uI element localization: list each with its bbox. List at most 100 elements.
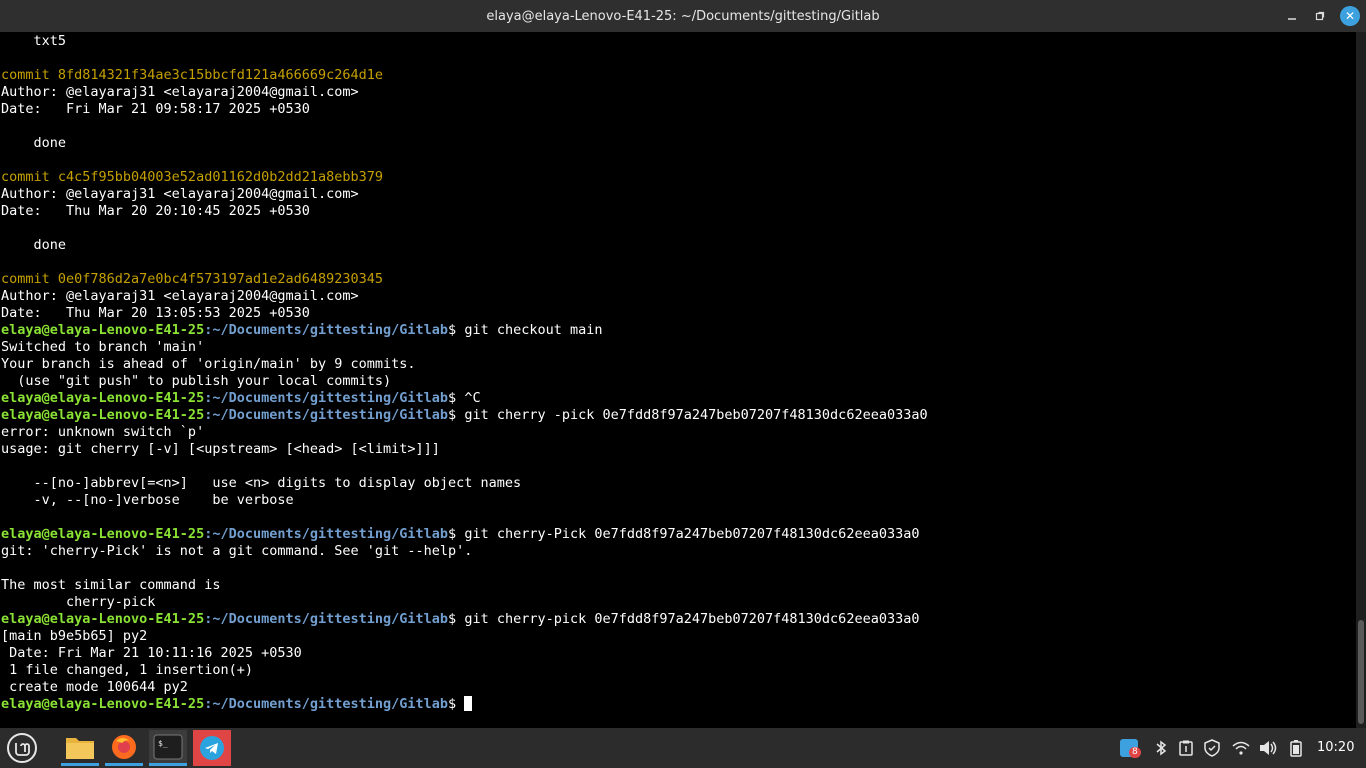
output-line: -v, --[no-]verbose be verbose [1,492,294,508]
prompt-path: :~/Documents/gittesting/Gitlab [204,322,449,338]
wifi-icon [1232,741,1250,755]
prompt-line: elaya@elaya-Lenovo-E41-25:~/Documents/gi… [1,390,928,407]
close-icon: ✕ [1344,9,1356,23]
prompt-symbol: $ [448,322,465,338]
prompt-line: elaya@elaya-Lenovo-E41-25:~/Documents/gi… [1,526,928,543]
output-line: Date: Thu Mar 20 13:05:53 2025 +0530 [1,305,310,321]
terminal-button[interactable]: $_ [149,730,187,766]
command-text: git checkout main [464,322,603,338]
terminal-icon: $_ [153,734,183,759]
network-button[interactable] [1231,738,1251,758]
prompt-symbol: $ [448,526,465,542]
svg-text:$_: $_ [158,739,168,748]
output-line: Author: @elayaraj31 <elayaraj2004@gmail.… [1,84,359,100]
taskbar: $_ 8 [0,728,1366,768]
prompt-path: :~/Documents/gittesting/Gitlab [204,390,449,406]
output-line: error: unknown switch `p' [1,424,205,440]
mint-menu-button[interactable] [3,730,41,766]
prompt-path: :~/Documents/gittesting/Gitlab [204,611,449,627]
output-line: txt5 [1,33,67,49]
prompt-path: :~/Documents/gittesting/Gitlab [204,526,449,542]
clipboard-button[interactable] [1177,738,1195,758]
firefox-button[interactable] [105,730,143,766]
window-title: elaya@elaya-Lenovo-E41-25: ~/Documents/g… [486,8,880,24]
output-line: Date: Thu Mar 20 20:10:45 2025 +0530 [1,203,310,219]
shield-icon [1204,739,1220,757]
terminal-cursor[interactable] [464,696,473,711]
output-line: (use "git push" to publish your local co… [1,373,392,389]
minimize-button[interactable] [1278,0,1306,32]
prompt-symbol: $ [448,407,465,423]
terminal-scrollbar[interactable] [1356,32,1366,728]
linux-mint-logo-icon [7,733,37,763]
prompt-user-host: elaya@elaya-Lenovo-E41-25 [1,611,205,627]
firefox-icon [112,734,136,759]
clipboard-icon [1179,740,1193,756]
output-line: usage: git cherry [-v] [<upstream> [<hea… [1,441,440,457]
close-button[interactable]: ✕ [1340,6,1360,26]
output-line: [main b9e5b65] py2 [1,628,148,644]
prompt-user-host: elaya@elaya-Lenovo-E41-25 [1,407,205,423]
scrollbar-thumb[interactable] [1358,620,1364,724]
maximize-button[interactable] [1306,0,1334,32]
terminal-output[interactable]: txt5 commit 8fd814321f34ae3c15bbcfd121a46… [0,32,1356,728]
notification-tray-button[interactable]: 8 [1119,738,1141,758]
prompt-user-host: elaya@elaya-Lenovo-E41-25 [1,696,205,712]
prompt-user-host: elaya@elaya-Lenovo-E41-25 [1,390,205,406]
command-text: ^C [464,390,481,406]
telegram-icon [200,736,224,760]
command-text: git cherry-Pick 0e7fdd8f97a247beb07207f4… [464,526,920,542]
folder-icon [66,737,94,759]
output-line: --[no-]abbrev[=<n>] use <n> digits to di… [1,475,522,491]
notification-badge: 8 [1129,747,1141,758]
bluetooth-button[interactable] [1152,738,1170,758]
prompt-user-host: elaya@elaya-Lenovo-E41-25 [1,526,205,542]
battery-icon [1290,740,1302,757]
output-line: done [1,135,67,151]
prompt-path: :~/Documents/gittesting/Gitlab [204,407,449,423]
prompt-symbol: $ [448,390,465,406]
clock[interactable]: 10:20 [1317,740,1357,755]
output-line: Author: @elayaraj31 <elayaraj2004@gmail.… [1,186,359,202]
battery-button[interactable] [1287,738,1305,758]
output-line: Date: Fri Mar 21 10:11:16 2025 +0530 [1,645,302,661]
output-line: cherry-pick [1,594,156,610]
prompt-user-host: elaya@elaya-Lenovo-E41-25 [1,322,205,338]
command-text: git cherry -pick 0e7fdd8f97a247beb07207f… [464,407,928,423]
output-line: Switched to branch 'main' [1,339,205,355]
minimize-icon [1288,18,1296,20]
files-button[interactable] [61,730,99,766]
bluetooth-icon [1156,740,1167,756]
prompt-path: :~/Documents/gittesting/Gitlab [204,696,449,712]
volume-button[interactable] [1259,738,1277,758]
update-manager-button[interactable] [1203,738,1221,758]
output-line: The most similar command is [1,577,221,593]
output-line: Author: @elayaraj31 <elayaraj2004@gmail.… [1,288,359,304]
commit-hash-line: commit c4c5f95bb04003e52ad01162d0b2dd21a… [1,169,384,185]
commit-hash-line: commit 8fd814321f34ae3c15bbcfd121a466669… [1,67,384,83]
telegram-button[interactable] [193,730,231,766]
output-line: Your branch is ahead of 'origin/main' by… [1,356,416,372]
window-titlebar[interactable]: elaya@elaya-Lenovo-E41-25: ~/Documents/g… [0,0,1366,32]
output-line: create mode 100644 py2 [1,679,188,695]
prompt-line: elaya@elaya-Lenovo-E41-25:~/Documents/gi… [1,611,928,628]
window-controls: ✕ [1278,0,1360,32]
output-line: Date: Fri Mar 21 09:58:17 2025 +0530 [1,101,310,117]
output-line: git: 'cherry-Pick' is not a git command.… [1,543,473,559]
prompt-line: elaya@elaya-Lenovo-E41-25:~/Documents/gi… [1,407,928,424]
prompt-line: elaya@elaya-Lenovo-E41-25:~/Documents/gi… [1,696,928,713]
prompt-symbol: $ [448,611,465,627]
output-line: 1 file changed, 1 insertion(+) [1,662,253,678]
output-line: done [1,237,67,253]
volume-icon [1260,741,1277,755]
command-text: git cherry-pick 0e7fdd8f97a247beb07207f4… [464,611,920,627]
terminal-lines: txt5 commit 8fd814321f34ae3c15bbcfd121a46… [1,33,928,713]
